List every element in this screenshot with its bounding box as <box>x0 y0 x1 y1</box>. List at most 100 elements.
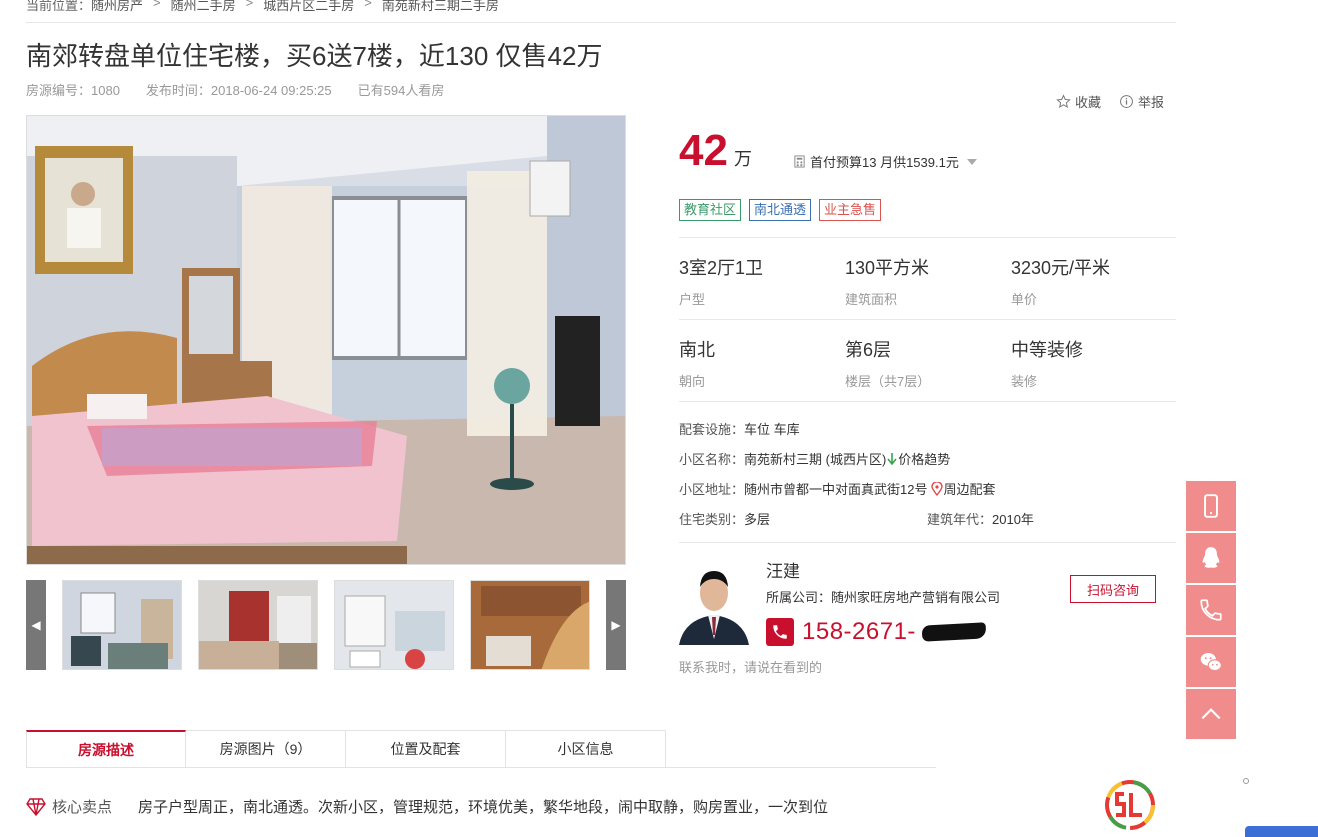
divider <box>679 237 1176 238</box>
wechat-button[interactable] <box>1186 637 1236 687</box>
breadcrumb-item[interactable]: 随州二手房 <box>171 0 236 15</box>
thumbnail-strip: ◀ ▶ <box>26 580 626 670</box>
tag-north-south: 南北通透 <box>749 199 812 221</box>
favorite-button[interactable]: 收藏 <box>1056 92 1101 111</box>
phone-icon <box>766 618 794 646</box>
nearby-label: 周边配套 <box>943 482 996 497</box>
next-arrow-button[interactable]: ▶ <box>606 580 626 670</box>
facilities-row: 配套设施： 车位 车库 <box>679 419 800 438</box>
spec-label: 建筑面积 <box>845 292 898 307</box>
divider <box>679 542 1176 543</box>
thumbnail-image <box>471 581 589 669</box>
divider <box>679 319 1176 320</box>
price-trend-label: 价格趋势 <box>898 452 951 467</box>
agent-name: 汪建 <box>766 562 800 581</box>
report-button[interactable]: 举报 <box>1119 92 1164 111</box>
spec-label: 朝向 <box>679 374 706 389</box>
tag-education: 教育社区 <box>679 199 742 221</box>
thumbnail-image <box>199 581 317 669</box>
spec-layout: 3室2厅1卫 户型 <box>679 254 763 308</box>
type-row: 住宅类别： 多层 <box>679 509 770 528</box>
price-trend-link[interactable]: 价格趋势 <box>886 449 950 468</box>
breadcrumb-item[interactable]: 南苑新村三期二手房 <box>382 0 499 15</box>
mobile-button[interactable] <box>1186 481 1236 531</box>
spec-value: 第6层 <box>845 340 892 360</box>
facilities-value: 车位 车库 <box>744 422 800 437</box>
tab-description[interactable]: 房源描述 <box>26 730 186 768</box>
thumbnail-image <box>63 581 181 669</box>
listing-meta: 房源编号：1080 发布时间：2018-06-24 09:25:25 已有594… <box>26 80 444 99</box>
prev-arrow-button[interactable]: ◀ <box>26 580 46 670</box>
year-value: 2010年 <box>992 512 1034 527</box>
address-row: 小区地址： 随州市曾都一中对面真武街12号 周边配套 <box>679 479 996 498</box>
caret-down-icon <box>966 158 977 165</box>
chevron-right-icon: ▶ <box>611 618 621 632</box>
breadcrumb-item[interactable]: 随州房产 <box>91 0 143 15</box>
call-button[interactable] <box>1186 585 1236 635</box>
report-label: 举报 <box>1138 95 1165 110</box>
facilities-label: 配套设施： <box>679 422 745 437</box>
floating-sidebar <box>1186 481 1236 741</box>
thumbnail[interactable] <box>334 580 454 670</box>
spec-floor: 第6层 楼层（共7层） <box>845 336 930 390</box>
decorative-circle <box>1243 778 1249 784</box>
spec-value: 中等装修 <box>1011 340 1083 360</box>
avatar <box>679 559 749 645</box>
breadcrumb-separator: > <box>245 0 254 10</box>
phone-number-text: 158-2671- <box>802 618 916 645</box>
breadcrumb-prefix: 当前位置： <box>26 0 92 13</box>
type-value: 多层 <box>744 512 771 527</box>
thumbnail-image <box>335 581 453 669</box>
phone-number: 158-2671- <box>802 618 987 646</box>
main-photo[interactable] <box>26 115 626 565</box>
selling-point: 核心卖点 房子户型周正，南北通透。次新小区，管理规范，环境优美，繁华地段，闹中取… <box>26 796 828 817</box>
budget-text: 首付预算13 月供1539.1元 <box>810 155 959 170</box>
spec-value: 130平方米 <box>845 258 930 278</box>
detail-tabs: 房源描述 房源图片（9） 位置及配套 小区信息 <box>26 730 666 768</box>
spec-value: 3室2厅1卫 <box>679 258 764 278</box>
phone-icon <box>1200 599 1222 621</box>
diamond-icon <box>26 797 46 816</box>
spec-decoration: 中等装修 装修 <box>1011 336 1083 390</box>
info-icon <box>1120 95 1133 108</box>
thumbnail[interactable] <box>198 580 318 670</box>
thumbnail[interactable] <box>470 580 590 670</box>
price: 42 万 <box>679 126 752 176</box>
tab-location[interactable]: 位置及配套 <box>346 730 506 768</box>
payment-budget-dropdown[interactable]: 首付预算13 月供1539.1元 <box>793 152 977 171</box>
page-title: 南郊转盘单位住宅楼，买6送7楼，近130 仅售42万 <box>26 41 603 71</box>
listing-code: 房源编号：1080 <box>26 83 120 98</box>
back-to-top-button[interactable] <box>1186 689 1236 739</box>
divider <box>679 401 1176 402</box>
map-pin-icon <box>931 481 944 496</box>
breadcrumb-separator: > <box>153 0 161 10</box>
divider <box>26 22 1176 23</box>
tab-community[interactable]: 小区信息 <box>506 730 666 768</box>
breadcrumb-separator: > <box>364 0 372 10</box>
selling-point-text: 房子户型周正，南北通透。次新小区，管理规范，环境优美，繁华地段，闹中取静，购房置… <box>138 799 829 816</box>
arrow-down-icon <box>887 452 897 465</box>
corner-widget <box>1245 826 1318 837</box>
spec-unit-price: 3230元/平米 单价 <box>1011 254 1110 308</box>
spec-value: 南北 <box>679 340 715 360</box>
community-value[interactable]: 南苑新村三期 (城西片区) <box>744 449 886 468</box>
agent-phone[interactable]: 158-2671- <box>766 618 987 646</box>
tab-photos[interactable]: 房源图片（9） <box>186 730 346 768</box>
contact-hint: 联系我时，请说在看到的 <box>679 660 823 675</box>
community-label: 小区名称： <box>679 452 745 467</box>
tag-urgent-sale: 业主急售 <box>819 199 882 221</box>
back-to-top-icon <box>1201 708 1221 720</box>
redaction-scribble <box>921 622 987 642</box>
listing-actions: 收藏 举报 <box>1056 92 1164 111</box>
agent-company: 所属公司：随州家旺房地产营销有限公司 <box>766 590 1001 605</box>
selling-point-heading: 核心卖点 <box>52 799 113 816</box>
breadcrumb-item[interactable]: 城西片区二手房 <box>263 0 354 15</box>
qq-button[interactable] <box>1186 533 1236 583</box>
thumbnail[interactable] <box>62 580 182 670</box>
favorite-label: 收藏 <box>1075 95 1102 110</box>
mobile-icon <box>1204 494 1218 518</box>
feature-tags: 教育社区 南北通透 业主急售 <box>679 199 882 221</box>
address-label: 小区地址： <box>679 482 745 497</box>
nearby-link[interactable]: 周边配套 <box>931 479 996 498</box>
scan-consult-button[interactable]: 扫码咨询 <box>1070 575 1156 603</box>
